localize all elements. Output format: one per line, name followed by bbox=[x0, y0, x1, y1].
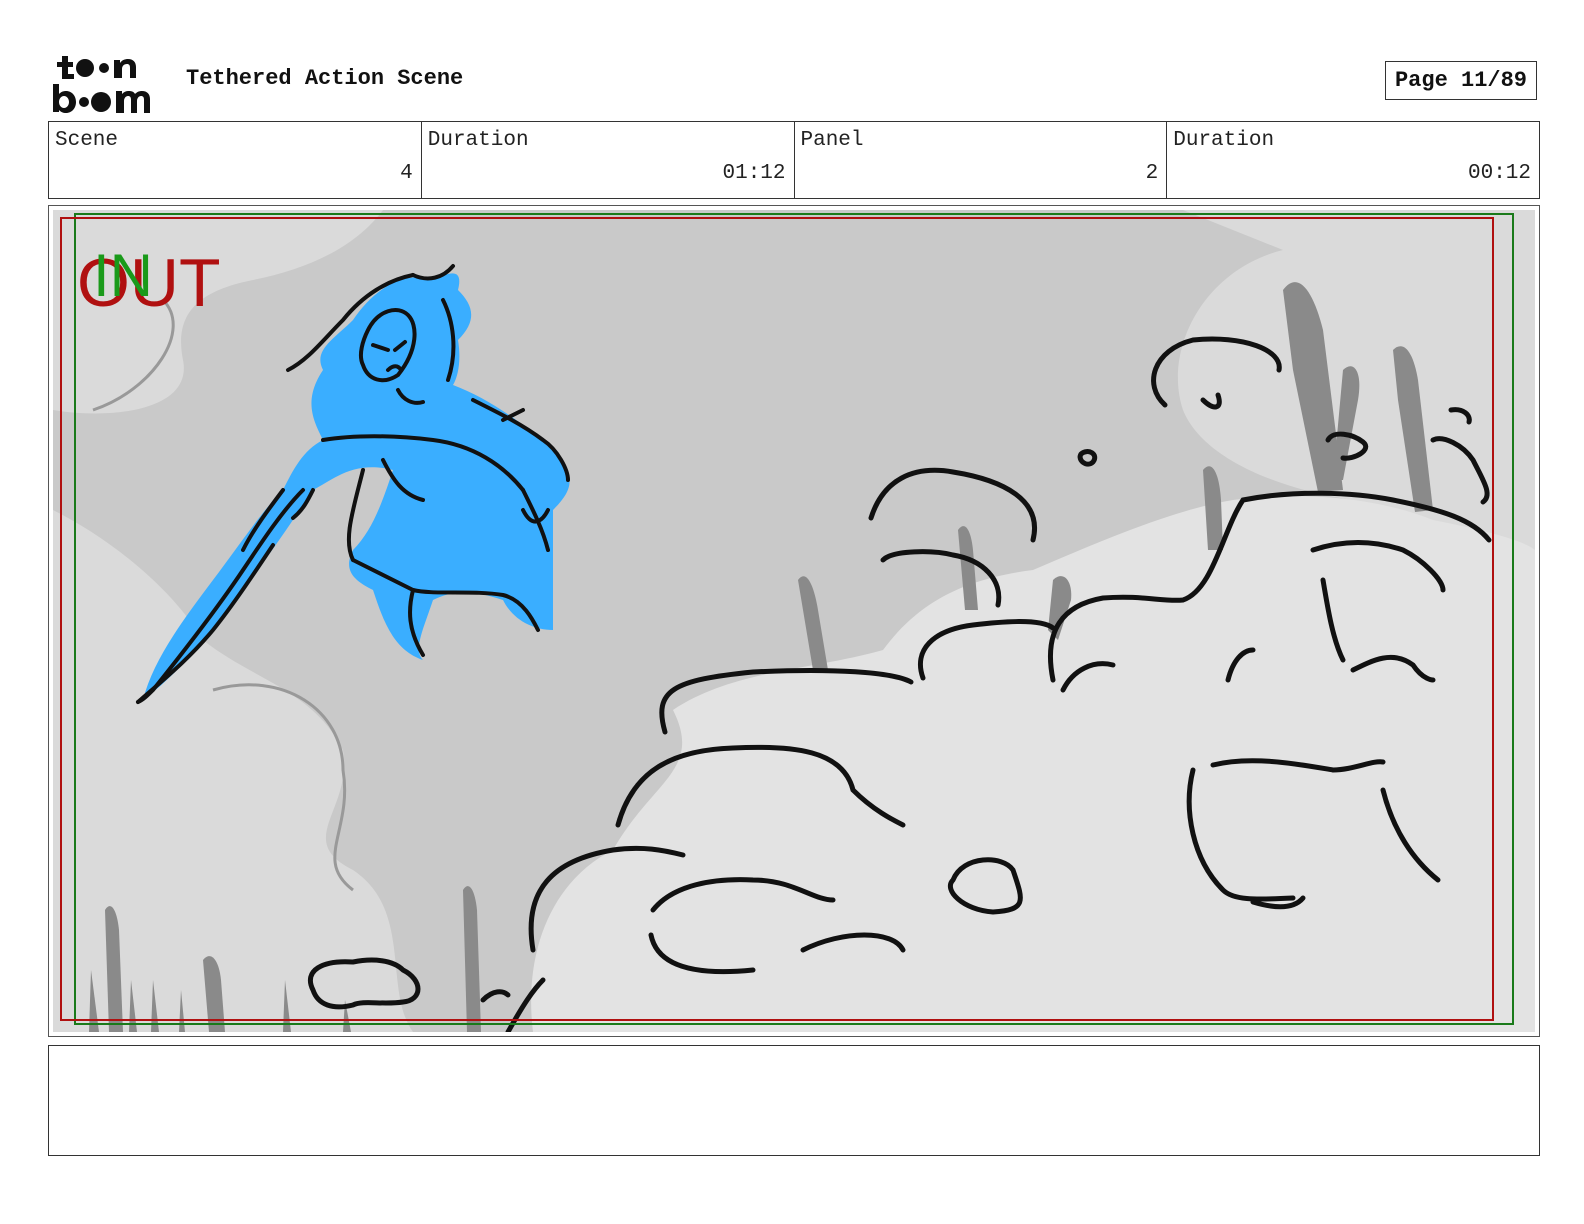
panel-notes bbox=[48, 1045, 1540, 1156]
toon-boom-logo bbox=[52, 50, 164, 114]
in-marker: IN bbox=[93, 242, 153, 309]
toon-boom-logo-icon bbox=[53, 56, 150, 113]
scene-duration-value: 01:12 bbox=[722, 162, 786, 185]
page-indicator: Page 11/89 bbox=[1385, 61, 1537, 100]
scene-duration-label: Duration bbox=[427, 129, 529, 152]
panel-duration-value: 00:12 bbox=[1467, 162, 1531, 185]
panel-value: 2 bbox=[1145, 162, 1159, 185]
panel-cell: Panel 2 bbox=[795, 122, 1168, 198]
panel-duration-cell: Duration 00:12 bbox=[1167, 122, 1539, 198]
scene-title: Tethered Action Scene bbox=[186, 66, 464, 91]
panel-duration-label: Duration bbox=[1173, 129, 1275, 152]
scene-duration-cell: Duration 01:12 bbox=[422, 122, 795, 198]
scene-cell: Scene 4 bbox=[49, 122, 422, 198]
scene-value: 4 bbox=[400, 162, 413, 185]
scene-info-row: Scene 4 Duration 01:12 Panel 2 Duration … bbox=[48, 121, 1540, 199]
storyboard-panel: OUT IN bbox=[48, 205, 1540, 1037]
panel-drawing: OUT IN bbox=[53, 210, 1535, 1032]
scene-label: Scene bbox=[55, 129, 119, 152]
panel-label: Panel bbox=[800, 129, 864, 152]
